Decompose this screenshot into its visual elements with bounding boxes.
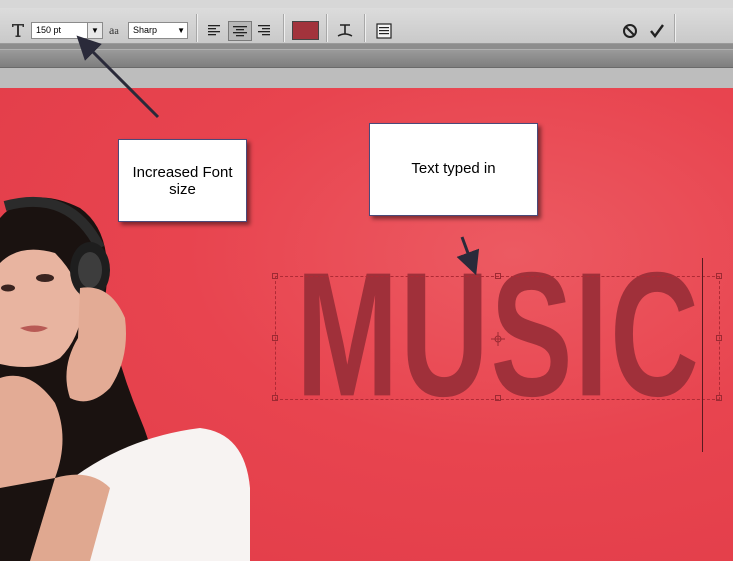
annotation-arrows <box>76 35 480 276</box>
text-arrow <box>456 236 480 276</box>
font-size-arrow <box>76 35 160 119</box>
